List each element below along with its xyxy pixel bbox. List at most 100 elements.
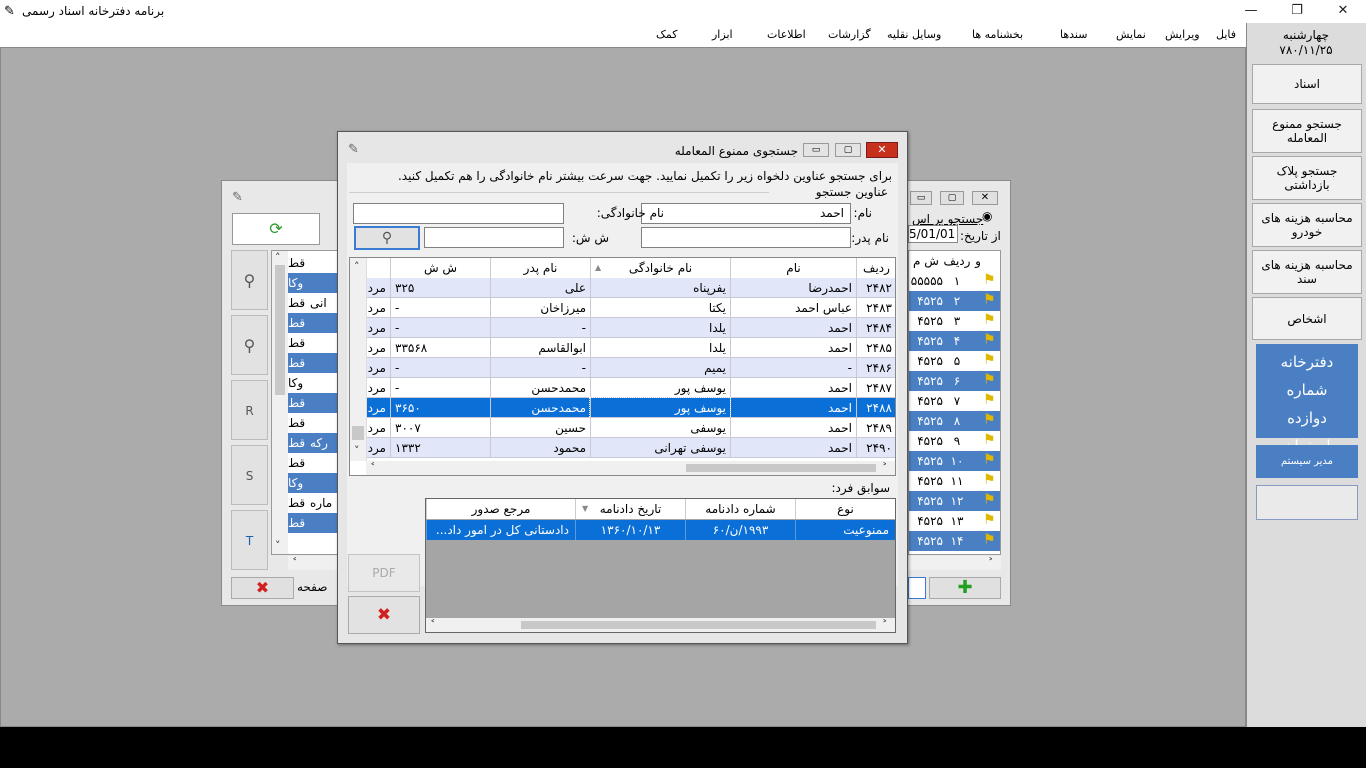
page-input[interactable]	[908, 577, 926, 599]
menu-file[interactable]: فایل	[1216, 28, 1236, 41]
hist-cell-number[interactable]: ۱۹۹۳/ن/۶۰	[685, 520, 795, 540]
dialog-cancel-button[interactable]: ✖	[348, 596, 420, 634]
bg-restore-button[interactable]: ▢	[940, 191, 964, 205]
table-row[interactable]: ۲۴۸۳ عباس احمد یکتا میرزاخان - مرد	[350, 298, 895, 318]
menu-tools[interactable]: ابزار	[712, 28, 733, 41]
bg-left-row[interactable]: قط	[288, 393, 337, 413]
search-button[interactable]: ⚲	[354, 226, 420, 250]
bg-left-row[interactable]: قط	[288, 313, 337, 333]
bg-table-row[interactable]: ⚑ ۱۲ ۴۵۲۵	[909, 491, 1000, 511]
close-button[interactable]: ✕	[1320, 0, 1366, 23]
sidebar-persons-button[interactable]: اشخاص	[1252, 297, 1362, 340]
results-hscroll[interactable]: ˂ ˃	[366, 461, 895, 475]
bg-table-row[interactable]: ⚑ ۷ ۴۵۲۵	[909, 391, 1000, 411]
scroll-thumb[interactable]	[521, 621, 876, 629]
from-date-input[interactable]: 5/01/01	[908, 225, 958, 243]
minimize-button[interactable]: —	[1228, 0, 1274, 23]
hist-cell-date[interactable]: ۱۳۶۰/۱۰/۱۳	[575, 520, 685, 540]
bg-table-row[interactable]: ⚑ ۸ ۴۵۲۵	[909, 411, 1000, 431]
bg-left-vscroll[interactable]: ˄ ˅	[272, 251, 288, 554]
hist-col-type[interactable]: نوع	[795, 499, 895, 519]
table-row[interactable]: ۲۴۸۶- یمیم - - مرد	[350, 358, 895, 378]
dialog-restore-button[interactable]: ▢	[835, 143, 861, 157]
restore-button[interactable]: ❐	[1274, 0, 1320, 23]
bg-left-row[interactable]: وکا	[288, 473, 337, 493]
bg-close-button[interactable]: ✕	[972, 191, 998, 205]
refresh-button[interactable]: ⟳	[232, 213, 320, 245]
bg-left-row[interactable]: قط	[288, 413, 337, 433]
menu-circulars[interactable]: بخشنامه ها	[972, 28, 1023, 41]
name-input[interactable]: احمد	[641, 203, 851, 224]
menu-vehicles[interactable]: وسایل نقلیه	[887, 28, 941, 41]
table-row[interactable]: ۲۴۸۵ احمد یلدا ابوالقاسم ۳۳۵۶۸ مرد	[350, 338, 895, 358]
bg-left-row[interactable]: قط	[288, 253, 337, 273]
tool-s-button[interactable]: S	[231, 445, 268, 505]
menu-help[interactable]: کمک	[656, 28, 677, 41]
table-row[interactable]: ۲۴۸۴ احمد یلدا - - مرد	[350, 318, 895, 338]
bg-left-row[interactable]: قط ماره	[288, 493, 337, 513]
sidebar-car-costs-button[interactable]: محاسبه هزینه های خودرو	[1252, 203, 1362, 247]
table-row[interactable]: ۲۴۸۲ احمدرضا یفرپناه علی ۳۲۵ مرد	[350, 278, 895, 298]
bg-table-row[interactable]: ⚑ ۱۴ ۴۵۲۵	[909, 531, 1000, 551]
tool-t-button[interactable]: T	[231, 510, 268, 570]
hist-col-date[interactable]: ▼ تاریخ دادنامه	[575, 499, 685, 519]
col-header-row[interactable]: ردیف	[856, 258, 895, 278]
bg-table-row[interactable]: ⚑ ۶ ۴۵۲۵	[909, 371, 1000, 391]
bg-table-row[interactable]: ⚑ ۴ ۴۵۲۵	[909, 331, 1000, 351]
hist-cell-issuer[interactable]: دادستانی کل در امور داد...	[426, 520, 575, 540]
col-header-name[interactable]: نام	[730, 258, 856, 278]
history-hscroll[interactable]: ˂ ˃	[426, 618, 895, 632]
bg-left-row[interactable]: قط	[288, 453, 337, 473]
bg-search-button-2[interactable]: ⚲	[231, 315, 268, 375]
sidebar-docs-button[interactable]: اسناد	[1252, 64, 1362, 104]
bg-left-row[interactable]: قط رکه	[288, 433, 337, 453]
hist-col-number[interactable]: شماره دادنامه	[685, 499, 795, 519]
pdf-button[interactable]: PDF	[348, 554, 420, 592]
menu-edit[interactable]: ویرایش	[1165, 28, 1200, 41]
bg-search-button-1[interactable]: ⚲	[231, 250, 268, 310]
bg-table-row[interactable]: ⚑ ۳ ۴۵۲۵	[909, 311, 1000, 331]
bg-right-hscroll[interactable]: ˃	[908, 556, 1001, 570]
menu-view[interactable]: نمایش	[1116, 28, 1146, 41]
hist-cell-type[interactable]: ممنوعیت	[795, 520, 895, 540]
bg-table-row[interactable]: ⚑ ۹ ۴۵۲۵	[909, 431, 1000, 451]
search-by-radio[interactable]: ◉	[982, 209, 992, 223]
bg-table-row[interactable]: ⚑ ۱۱ ۴۵۲۵	[909, 471, 1000, 491]
table-row[interactable]: ۲۴۸۹ احمد یوسفی حسین ۳۰۰۷ مرد	[350, 418, 895, 438]
results-vscroll[interactable]: ˄ ˅	[350, 258, 367, 461]
sidebar-banned-search-button[interactable]: جستجو ممنوع المعامله	[1252, 109, 1362, 153]
bg-delete-button[interactable]: ✖	[231, 577, 294, 599]
table-row[interactable]: ۲۴۸۷ احمد یوسف پور محمدحسن - مرد	[350, 378, 895, 398]
bg-table-row[interactable]: ⚑ ۱۳ ۴۵۲۵	[909, 511, 1000, 531]
bg-left-row[interactable]: وکا	[288, 273, 337, 293]
col-header-ss[interactable]: ش ش	[390, 258, 490, 278]
sidebar-plate-search-button[interactable]: جستجو پلاک بازداشتی	[1252, 156, 1362, 200]
table-row[interactable]: ۲۴۹۰ احمد یوسفی تهرانی محمود ۱۳۳۲ مرد	[350, 438, 895, 458]
bg-left-row[interactable]: قط	[288, 513, 337, 533]
menu-documents[interactable]: سندها	[1060, 28, 1087, 41]
hist-col-issuer[interactable]: مرجع صدور	[426, 499, 575, 519]
bg-table-row[interactable]: ⚑ ۱ ۵۵۵۵۵	[909, 271, 1000, 291]
scroll-thumb[interactable]	[275, 265, 285, 395]
bg-left-row[interactable]: وکا	[288, 373, 337, 393]
scroll-thumb[interactable]	[352, 426, 364, 440]
tool-r-button[interactable]: R	[231, 380, 268, 440]
father-input[interactable]	[641, 227, 851, 248]
menu-info[interactable]: اطلاعات	[767, 28, 806, 41]
bg-minimize-button[interactable]: ▭	[910, 191, 932, 205]
dialog-minimize-button[interactable]: ▭	[803, 143, 829, 157]
dialog-close-button[interactable]: ✕	[866, 142, 898, 158]
menu-reports[interactable]: گزارشات	[828, 28, 871, 41]
col-header-father[interactable]: نام پدر	[490, 258, 590, 278]
bg-table-row[interactable]: ⚑ ۱۰ ۴۵۲۵	[909, 451, 1000, 471]
table-row[interactable]: ۲۴۸۸ احمد یوسف پور محمدحسن ۳۶۵۰ مرد	[350, 397, 895, 419]
col-header-family[interactable]: ▲ نام خانوادگی	[590, 258, 730, 278]
bg-table-row[interactable]: ⚑ ۲ ۴۵۲۵	[909, 291, 1000, 311]
sidebar-doc-costs-button[interactable]: محاسبه هزینه های سند	[1252, 250, 1362, 294]
bg-left-row[interactable]: قط	[288, 353, 337, 373]
family-input[interactable]	[353, 203, 564, 224]
ss-input[interactable]	[424, 227, 564, 248]
bg-add-button[interactable]: ✚	[929, 577, 1001, 599]
bg-left-row[interactable]: قط انی	[288, 293, 337, 313]
scroll-thumb[interactable]	[686, 464, 876, 472]
